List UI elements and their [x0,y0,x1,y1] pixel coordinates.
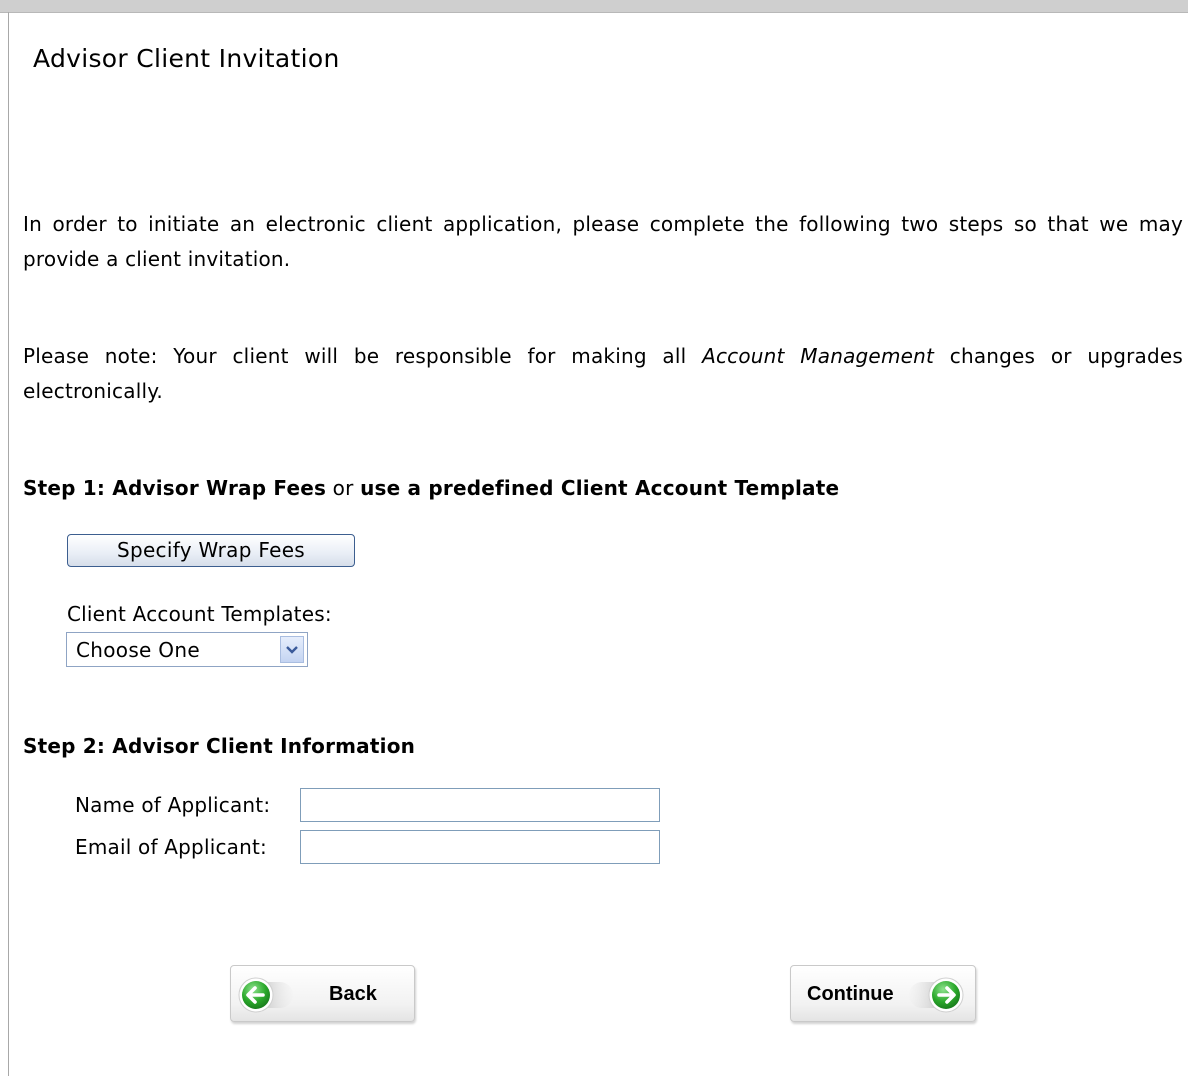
continue-button[interactable]: Continue [790,965,976,1022]
client-account-templates-select[interactable]: Choose One [66,632,308,667]
back-button[interactable]: Back [230,965,415,1022]
specify-wrap-fees-button[interactable]: Specify Wrap Fees [67,534,355,567]
name-of-applicant-input[interactable] [300,788,660,822]
step2-heading: Step 2: Advisor Client Information [23,734,416,758]
arrow-left-circle-icon [238,977,293,1013]
step1-heading-connector: or [326,476,361,500]
step1-heading-end: use a predefined Client Account Template [360,476,840,500]
client-account-templates-label: Client Account Templates: [67,602,332,626]
dropdown-arrow-button[interactable] [280,636,304,663]
window-left-border [8,12,9,1076]
back-button-label: Back [329,983,377,1005]
page-title: Advisor Client Invitation [33,44,340,73]
select-value: Choose One [76,638,200,662]
window-top-border [0,0,1188,13]
step1-heading-label: Step 1: Advisor Wrap Fees [23,476,327,500]
email-of-applicant-label: Email of Applicant: [75,835,267,859]
arrow-right-circle-icon [909,977,964,1013]
note-emphasis: Account Management [702,344,935,368]
continue-button-label: Continue [807,983,894,1005]
intro-text: In order to initiate an electronic clien… [23,212,1183,271]
name-of-applicant-label: Name of Applicant: [75,793,271,817]
email-of-applicant-input[interactable] [300,830,660,864]
note-text: Please note: Your client will be respons… [23,339,1183,409]
step1-heading: Step 1: Advisor Wrap Fees or use a prede… [23,476,839,500]
chevron-down-icon [286,646,298,654]
note-text-start: Please note: Your client will be respons… [23,344,703,368]
